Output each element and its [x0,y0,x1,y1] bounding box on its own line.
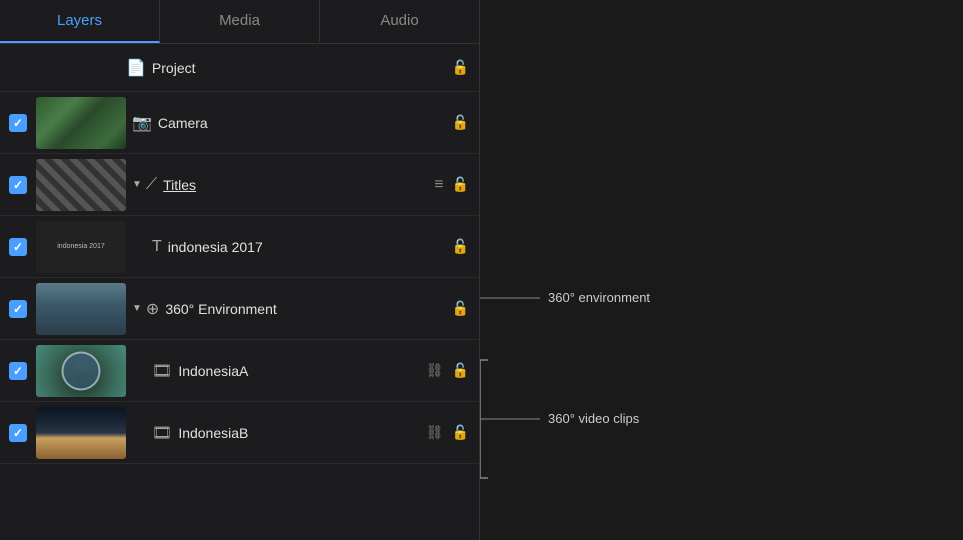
layer-row-project[interactable]: 📄 Project 🔓 [0,44,479,92]
checkbox-area-indonesia2017[interactable] [0,238,36,256]
layer-label-titles: Titles [163,177,434,193]
thumbnail-env360 [36,283,126,335]
layer-row-env360[interactable]: ▼ ⊕ 360° Environment 🔓 [0,278,479,340]
layer-label-env360: 360° Environment [165,301,451,317]
lock-icon-indonesiaB[interactable]: 🔓 [452,424,469,441]
film-icon-indonesiaA: 🎞 [152,361,172,381]
layer-actions-indonesiaB: ⛓ 🔓 [426,424,479,441]
layer-label-indonesia2017: indonesia 2017 [168,239,452,255]
clips360-annotation-text: 360° video clips [548,411,640,426]
lock-icon-indonesiaA[interactable]: 🔓 [452,362,469,379]
checkbox-area-indonesiaA[interactable] [0,362,36,380]
lock-icon-camera[interactable]: 🔓 [452,114,469,131]
env360-icon: ⊕ [146,299,159,319]
thumbnail-camera [36,97,126,149]
link-icon-indonesiaB[interactable]: ⛓ [426,424,444,441]
thumbnail-indonesia2017: indonesia 2017 [36,221,126,273]
layer-actions-indonesia2017: 🔓 [452,238,479,255]
checkbox-area-camera[interactable] [0,114,36,132]
lock-icon-env360[interactable]: 🔓 [452,300,469,317]
layers-list: 📄 Project 🔓 📷 Camera 🔓 ▼ ⟋ [0,44,479,540]
layers-panel: Layers Media Audio 📄 Project 🔓 📷 [0,0,480,540]
triangle-env360: ▼ [132,303,142,314]
layer-actions-camera: 🔓 [452,114,479,131]
checkbox-area-env360[interactable] [0,300,36,318]
thumbnail-indonesiaA [36,345,126,397]
layer-actions-env360: 🔓 [452,300,479,317]
text-icon: T [152,238,162,256]
annotation-panel: 360° environment 360° video clips [480,0,963,540]
layer-label-indonesiaB: IndonesiaB [178,425,425,441]
checkbox-env360[interactable] [9,300,27,318]
layer-row-indonesiaB[interactable]: 🎞 IndonesiaB ⛓ 🔓 [0,402,479,464]
slash-icon: ⟋ [146,176,157,194]
checkbox-area-titles[interactable] [0,176,36,194]
checkbox-indonesia2017[interactable] [9,238,27,256]
tab-layers[interactable]: Layers [0,0,160,43]
checkbox-camera[interactable] [9,114,27,132]
layer-actions-titles: ≡ 🔓 [434,176,479,194]
layer-row-indonesia2017[interactable]: indonesia 2017 T indonesia 2017 🔓 [0,216,479,278]
tab-media[interactable]: Media [160,0,320,43]
lock-icon-indonesia2017[interactable]: 🔓 [452,238,469,255]
tab-audio[interactable]: Audio [320,0,479,43]
film-icon-indonesiaB: 🎞 [152,423,172,443]
env360-annotation-text: 360° environment [548,290,650,305]
annotation-svg: 360° environment 360° video clips [480,0,930,540]
thumbnail-titles [36,159,126,211]
layer-row-titles[interactable]: ▼ ⟋ Titles ≡ 🔓 [0,154,479,216]
lock-icon-titles[interactable]: 🔓 [452,176,469,193]
checkbox-area-indonesiaB[interactable] [0,424,36,442]
checkbox-indonesiaB[interactable] [9,424,27,442]
checkbox-indonesiaA[interactable] [9,362,27,380]
link-icon-indonesiaA[interactable]: ⛓ [426,362,444,379]
layer-label-camera: Camera [158,115,452,131]
thumbnail-placeholder-project [36,44,126,94]
layer-label-indonesiaA: IndonesiaA [178,363,425,379]
stack-icon-titles[interactable]: ≡ [434,176,443,194]
thumbnail-indonesiaB [36,407,126,459]
checkbox-titles[interactable] [9,176,27,194]
layer-row-indonesiaA[interactable]: 🎞 IndonesiaA ⛓ 🔓 [0,340,479,402]
layer-actions-indonesiaA: ⛓ 🔓 [426,362,479,379]
camera-icon: 📷 [132,113,152,133]
tab-bar: Layers Media Audio [0,0,479,44]
layer-label-project: Project [152,60,452,76]
layer-row-camera[interactable]: 📷 Camera 🔓 [0,92,479,154]
document-icon: 📄 [126,58,146,78]
triangle-titles: ▼ [132,179,142,190]
lock-icon-project[interactable]: 🔓 [452,59,469,76]
layer-actions-project: 🔓 [452,59,479,76]
